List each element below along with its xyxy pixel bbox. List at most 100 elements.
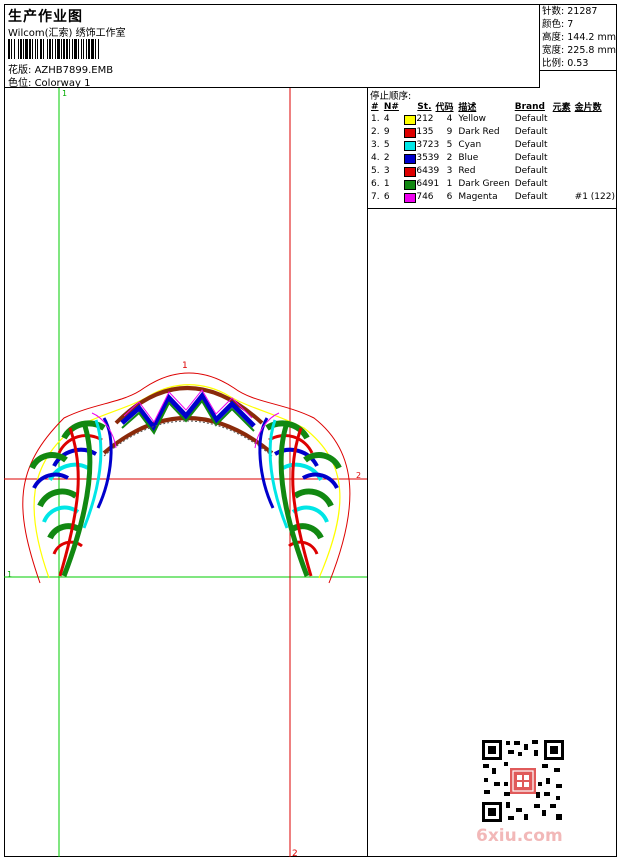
row-brand: Default bbox=[514, 114, 548, 124]
seal-icon bbox=[510, 768, 536, 794]
embroidery-design bbox=[22, 372, 351, 584]
row-desc: Magenta bbox=[458, 192, 498, 202]
row-element bbox=[551, 113, 573, 126]
color-swatch bbox=[404, 180, 417, 190]
row-index: 3. bbox=[371, 140, 380, 150]
row-brand: Default bbox=[514, 127, 548, 137]
color-row: 3. 5 3723 5 Cyan Default bbox=[369, 139, 617, 152]
page-title: 生产作业图 bbox=[8, 9, 83, 25]
stop-sequence-box: 停止顺序: # N# St. 代码 描述 Brand 元素 金片数 1. 4 212… bbox=[368, 88, 617, 209]
studio-name: Wilcom(汇索) 绣饰工作室 bbox=[8, 28, 126, 39]
row-brand: Default bbox=[514, 166, 548, 176]
row-desc: Cyan bbox=[458, 140, 482, 150]
row-stitches: 6491 bbox=[402, 178, 439, 191]
col-needle: N# bbox=[383, 101, 399, 112]
row-needle: 2 bbox=[383, 153, 390, 163]
row-stitches: 3539 bbox=[402, 152, 439, 165]
stat-height: 高度: 144.2 mm bbox=[542, 32, 616, 43]
row-sequin bbox=[573, 152, 617, 165]
col-stitches: St. bbox=[417, 101, 432, 112]
row-brand: Default bbox=[514, 179, 548, 189]
row-element bbox=[551, 126, 573, 139]
row-element bbox=[551, 178, 573, 191]
row-stitches: 746 bbox=[402, 191, 434, 204]
barcode bbox=[8, 39, 156, 59]
color-table-header: # N# St. 代码 描述 Brand 元素 金片数 bbox=[369, 100, 617, 114]
marker-left-green: 1 bbox=[7, 570, 12, 579]
color-row: 4. 2 3539 2 Blue Default bbox=[369, 152, 617, 165]
watermark: 6xiu.com bbox=[476, 826, 563, 846]
row-index: 5. bbox=[371, 166, 380, 176]
color-row: 2. 9 135 9 Dark Red Default bbox=[369, 126, 617, 139]
row-needle: 4 bbox=[383, 114, 390, 124]
header-panel: 生产作业图 Wilcom(汇索) 绣饰工作室 花版: AZHB7899.EMB … bbox=[4, 4, 540, 89]
stat-width: 宽度: 225.8 mm bbox=[542, 45, 616, 56]
color-row: 6. 1 6491 1 Dark Green Default bbox=[369, 178, 617, 191]
row-sequin bbox=[573, 139, 617, 152]
stats-panel: 针数: 21287 颜色: 7 高度: 144.2 mm 宽度: 225.8 m… bbox=[540, 4, 617, 71]
row-index: 2. bbox=[371, 127, 380, 137]
row-desc: Dark Red bbox=[458, 127, 500, 137]
row-stitches: 6439 bbox=[402, 165, 439, 178]
row-sequin bbox=[573, 126, 617, 139]
color-swatch bbox=[404, 167, 417, 177]
row-stitches: 212 bbox=[402, 113, 434, 126]
col-sequin: 金片数 bbox=[574, 103, 602, 113]
marker-bottom-red: 2 bbox=[292, 849, 298, 857]
row-desc: Dark Green bbox=[458, 179, 510, 189]
row-code: 4 bbox=[446, 114, 453, 124]
row-element bbox=[551, 152, 573, 165]
design-preview: 1 1 2 2 1 bbox=[4, 88, 367, 859]
row-code: 6 bbox=[446, 192, 453, 202]
row-stitches: 3723 bbox=[402, 139, 439, 152]
color-swatch bbox=[404, 115, 417, 125]
row-desc: Red bbox=[458, 166, 476, 176]
colorway-row: 色位: Colorway 1 bbox=[8, 74, 90, 89]
row-index: 7. bbox=[371, 192, 380, 202]
row-needle: 9 bbox=[383, 127, 390, 137]
stat-stitches: 针数: 21287 bbox=[542, 6, 598, 17]
color-row: 1. 4 212 4 Yellow Default bbox=[369, 113, 617, 126]
row-sequin bbox=[573, 178, 617, 191]
col-code: 代码 bbox=[435, 103, 454, 113]
color-swatch bbox=[404, 154, 417, 164]
row-index: 1. bbox=[371, 114, 380, 124]
color-swatch bbox=[404, 128, 417, 138]
left-scallops bbox=[29, 412, 117, 577]
right-scallops bbox=[254, 412, 342, 577]
design-canvas: 1 1 2 2 1 bbox=[4, 88, 367, 859]
color-swatch bbox=[404, 141, 417, 151]
row-sequin bbox=[573, 165, 617, 178]
row-needle: 6 bbox=[383, 192, 390, 202]
col-element: 元素 bbox=[552, 103, 571, 113]
row-element bbox=[551, 165, 573, 178]
marker-design-top: 1 bbox=[182, 361, 188, 371]
row-stitches: 135 bbox=[402, 126, 434, 139]
col-desc: 描述 bbox=[458, 103, 477, 113]
col-brand: Brand bbox=[514, 101, 545, 112]
color-row: 5. 3 6439 3 Red Default bbox=[369, 165, 617, 178]
row-element bbox=[551, 191, 573, 204]
row-needle: 5 bbox=[383, 140, 390, 150]
row-index: 4. bbox=[371, 153, 380, 163]
row-brand: Default bbox=[514, 153, 548, 163]
row-code: 9 bbox=[446, 127, 453, 137]
row-brand: Default bbox=[514, 140, 548, 150]
color-swatch bbox=[404, 193, 417, 203]
row-needle: 1 bbox=[383, 179, 390, 189]
marker-right-red: 2 bbox=[356, 471, 361, 480]
stat-scale: 比例: 0.53 bbox=[542, 58, 589, 69]
row-sequin: #1 (122) bbox=[574, 192, 615, 202]
qr-code bbox=[480, 738, 566, 824]
col-index: # bbox=[371, 101, 379, 112]
row-desc: Blue bbox=[458, 153, 479, 163]
row-element bbox=[551, 139, 573, 152]
color-table: # N# St. 代码 描述 Brand 元素 金片数 1. 4 212 4 Yello… bbox=[369, 100, 617, 204]
stat-colors: 颜色: 7 bbox=[542, 19, 574, 30]
color-row: 7. 6 746 6 Magenta Default #1 (122) bbox=[369, 191, 617, 204]
row-index: 6. bbox=[371, 179, 380, 189]
row-sequin bbox=[573, 113, 617, 126]
marker-top-green: 1 bbox=[62, 89, 67, 98]
row-desc: Yellow bbox=[458, 114, 487, 124]
row-brand: Default bbox=[514, 192, 548, 202]
